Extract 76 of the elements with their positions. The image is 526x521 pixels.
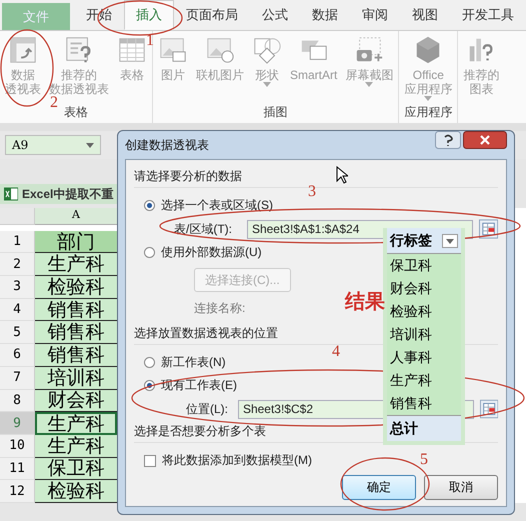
pivot-item: 检验科 [389,302,433,320]
excel-icon [4,187,18,201]
row-number[interactable]: 5 [0,321,35,344]
caret-icon [365,82,374,87]
table-cell: 保卫科 [35,458,117,480]
pivot-item: 保卫科 [389,256,433,274]
cursor-icon [336,166,348,184]
row-number[interactable]: 2 [0,253,35,276]
pivot-icon [8,35,38,65]
row-number[interactable]: 7 [0,366,35,390]
row-number[interactable]: 1 [0,230,35,254]
row-number[interactable]: 11 [0,458,35,480]
step-number: 2 [50,95,58,111]
checkbox-label[interactable]: 将此数据添加到数据模型(M) [162,452,312,469]
column-header[interactable]: A [35,208,117,225]
table-cell: 销售科 [35,321,117,344]
step-number: 4 [332,344,340,360]
radio-button[interactable] [144,200,155,211]
ribbon-tab[interactable]: 公式 [250,0,300,30]
table-cell: 检验科 [35,480,117,503]
grand-total-row: 总计 [387,415,461,441]
radio-button[interactable] [144,357,155,368]
table-cell: 财会科 [35,390,117,412]
pivot-item: 财会科 [389,278,433,298]
row-number[interactable]: 10 [0,434,35,458]
ribbon-tab[interactable]: 插入 [124,0,174,30]
table-cell: 培训科 [35,366,117,390]
range-select-icon[interactable] [480,399,498,419]
caret-icon [263,82,271,87]
ribbon-tab[interactable]: 数据 [300,0,350,30]
table-cell: 生产科 [35,434,117,458]
step-number: 5 [420,452,428,468]
row-number[interactable]: 8 [0,390,35,412]
help-icon[interactable] [435,131,461,149]
table-cell: 检验科 [35,276,117,299]
filter-dropdown-icon[interactable] [442,234,458,248]
row-number[interactable]: 3 [0,276,35,299]
pivot-item: 培训科 [389,324,433,344]
group-label: 插图 [264,104,288,121]
step-number: 1 [146,33,154,49]
result-annotation: 结果 [345,290,385,315]
row-number[interactable]: 6 [0,344,35,367]
caret-icon [424,96,432,101]
ribbon-tab[interactable]: 页面布局 [174,0,250,30]
field-label: 表/区域(T): [174,220,233,238]
dialog-title: 创建数据透视表 [125,136,209,154]
ok-button[interactable]: 确定 [342,475,416,500]
table-cell: 生产科 [35,412,117,435]
radio-label[interactable]: 现有工作表(E) [161,377,237,394]
radio-label[interactable]: 新工作表(N) [161,354,226,371]
ribbon-tab[interactable]: 审阅 [350,0,400,30]
radio-button[interactable] [144,247,155,258]
ribbon-tab[interactable]: 视图 [400,0,450,30]
table-cell: 销售科 [35,344,117,367]
table-cell: 生产科 [35,253,117,276]
group-label: 表格 [64,104,88,121]
ribbon-tab[interactable]: 开始 [74,0,124,30]
field-label: 位置(L): [185,400,229,418]
pivot-item: 生产科 [389,370,433,390]
row-labels-header: 行标签 [387,228,461,254]
connection-name-label: 连接名称: [194,300,246,317]
group-label: 应用程序 [404,104,452,121]
name-box[interactable]: A9 [5,135,101,155]
ribbon-tab[interactable]: 开发工具 [450,0,526,30]
caret-icon [86,142,94,148]
checkbox[interactable] [144,454,156,466]
cancel-button[interactable]: 取消 [424,475,498,500]
radio-label[interactable]: 使用外部数据源(U) [161,244,262,261]
pivot-item: 人事科 [389,348,433,366]
row-number[interactable]: 12 [0,480,35,503]
row-number[interactable]: 4 [0,298,35,322]
range-select-icon[interactable] [478,219,498,239]
close-icon[interactable] [463,131,507,149]
table-cell: 销售科 [35,298,117,322]
table-cell: 部门 [35,230,117,254]
radio-label[interactable]: 选择一个表或区域(S) [161,197,273,214]
